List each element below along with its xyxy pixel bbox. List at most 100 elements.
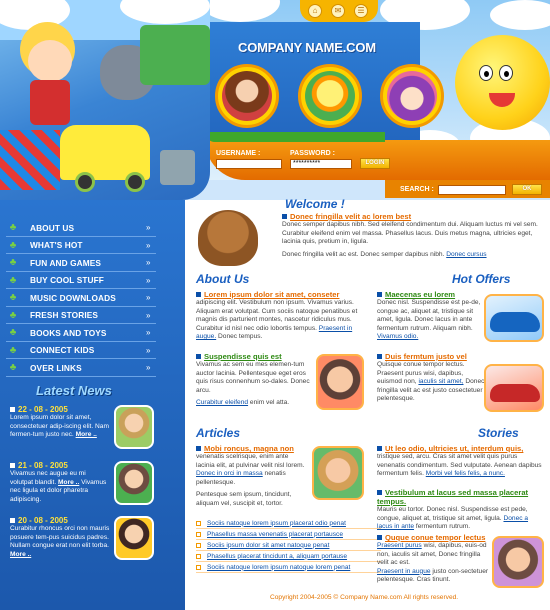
news-item: 21 - 08 - 2005 Vivamus nec augue eu mi v… <box>10 461 175 505</box>
bullet-icon <box>196 446 201 451</box>
list-item[interactable]: Sociis natoque lorem ipsum natoque lorem… <box>196 562 381 573</box>
about-block-2: Suspendisse quis est Vivamus ac sem eu m… <box>196 352 316 408</box>
menu-item[interactable]: ♣ WHAT'S HOT» <box>6 238 156 254</box>
bullet-icon <box>377 292 382 297</box>
menu-item[interactable]: ♣ FRESH STORIES» <box>6 308 156 324</box>
menu-item[interactable]: ♣ CONNECT KIDS» <box>6 343 156 359</box>
clover-icon: ♣ <box>9 344 17 356</box>
bullet-icon <box>196 354 201 359</box>
double-arrow-icon: » <box>146 345 151 355</box>
company-name: COMPANY NAME.COM <box>238 40 376 55</box>
bullet-icon <box>10 407 15 412</box>
clover-icon: ♣ <box>9 327 17 339</box>
articles-text: venenatis scelrisque, enim ante lacinia … <box>196 453 305 469</box>
clover-icon: ♣ <box>9 292 17 304</box>
search-label: SEARCH : <box>400 186 434 193</box>
bullet-icon <box>10 518 15 523</box>
bullet-icon <box>196 292 201 297</box>
articles-link[interactable]: Mobi roncus, magna non <box>204 444 294 453</box>
list-item[interactable]: Sociis natoque lorem ipsum placerat odio… <box>196 518 381 529</box>
stories-more-1[interactable]: Morbi vel felis felis, a nunc. <box>426 470 505 477</box>
double-arrow-icon: » <box>146 258 151 268</box>
clover-icon: ♣ <box>9 257 17 269</box>
stories-more-3b[interactable]: Praesent in augue <box>377 568 431 575</box>
list-item[interactable]: Phasellus placerat tincidunt a, aliquam … <box>196 551 381 562</box>
clover-icon: ♣ <box>9 309 17 321</box>
articles-text-3: Pentesque sem ipsum, tincidunt, aliquam … <box>196 491 292 507</box>
news-more-link[interactable]: More .. <box>10 551 31 558</box>
stories-block-1: Ut leo odio, ultricies ut, interdum quis… <box>377 444 545 479</box>
main-menu: ♣ ABOUT US» ♣ WHAT'S HOT» ♣ FUN AND GAMES» … <box>6 220 156 378</box>
stories-more-3[interactable]: Praesent purus <box>377 542 422 549</box>
news-text: Curabitur rhoncus orci non mauris posuer… <box>10 525 110 549</box>
square-bullet-icon <box>196 531 201 537</box>
welcome-link[interactable]: Donec fringilla velit ac lorem best <box>290 212 411 221</box>
home-icon[interactable]: ⌂ <box>308 4 322 18</box>
stories-photo <box>492 536 544 588</box>
password-label: PASSWORD : <box>290 150 335 157</box>
news-thumbnail <box>114 516 154 560</box>
clover-icon: ♣ <box>9 362 17 374</box>
welcome-block: Donec fringilla velit ac lorem best Done… <box>282 212 547 259</box>
list-item[interactable]: Sociis ipsum dolor sit amet natoque pena… <box>196 540 381 551</box>
stories-title: Stories <box>478 426 519 440</box>
password-input[interactable]: ********** <box>290 159 352 169</box>
stories-block-3: Quque conue tempor lectus Praesent purus… <box>377 533 489 584</box>
news-thumbnail <box>114 405 154 449</box>
toy-train <box>140 25 210 85</box>
menu-item[interactable]: ♣ FUN AND GAMES» <box>6 255 156 272</box>
menu-item[interactable]: ♣ MUSIC DOWNLOADS» <box>6 290 156 307</box>
sun-mascot <box>455 35 550 130</box>
hot-link-2[interactable]: Duis fermtum justo vel <box>385 352 467 361</box>
list-item[interactable]: Phasellus massa venenatis placerat porta… <box>196 529 381 540</box>
menu-item[interactable]: ♣ ABOUT US» <box>6 220 156 237</box>
username-input[interactable] <box>216 159 282 169</box>
square-bullet-icon <box>196 553 201 559</box>
main-content: Welcome ! Donec fringilla velit ac lorem… <box>190 197 550 610</box>
articles-more[interactable]: Donec in orci in massa <box>196 470 263 477</box>
hot-link-1[interactable]: Maecenas eu lorem <box>385 290 455 299</box>
about-link-1[interactable]: Lorem ipsum dolor sit amet, conseter <box>204 290 339 299</box>
toy-robot <box>160 150 195 185</box>
login-button[interactable]: LOGIN <box>360 158 390 169</box>
about-link-2[interactable]: Suspendisse quis est <box>204 352 282 361</box>
stories-link-1[interactable]: Ut leo odio, ultricies ut, interdum quis… <box>385 444 523 453</box>
articles-block: Mobi roncus, magna non venenatis scelris… <box>196 444 308 509</box>
mail-icon[interactable]: ✉ <box>331 4 345 18</box>
bullet-icon <box>377 354 382 359</box>
square-bullet-icon <box>196 564 201 570</box>
double-arrow-icon: » <box>146 328 151 338</box>
hot-car-photo-blue <box>484 294 544 342</box>
stories-link-3[interactable]: Quque conue tempor lectus <box>385 533 485 542</box>
clover-icon: ♣ <box>9 239 17 251</box>
about-more-2[interactable]: Curabitur eleifend <box>196 399 248 406</box>
menu-item[interactable]: ♣ OVER LINKS» <box>6 360 156 377</box>
news-more-link[interactable]: More .. <box>58 479 79 486</box>
teddy-bear-image <box>198 210 258 266</box>
clover-icon: ♣ <box>9 222 17 234</box>
character-circle-duck <box>298 64 362 128</box>
character-circle-girl <box>380 64 444 128</box>
hot-more-2[interactable]: iaculis sit amet, <box>418 378 463 385</box>
news-date: 21 - 08 - 2005 <box>18 461 68 470</box>
header: ⌂ ✉ ☰ COMPANY NAME.COM USERNAME : PASSWO… <box>0 0 550 200</box>
double-arrow-icon: » <box>146 275 151 285</box>
hot-more-1[interactable]: Vivamus odio. <box>377 333 418 340</box>
double-arrow-icon: » <box>146 240 151 250</box>
search-input[interactable] <box>438 185 506 195</box>
menu-item[interactable]: ♣ BOOKS AND TOYS» <box>6 325 156 342</box>
stories-link-2[interactable]: Vestibulum at lacus sed massa placerat t… <box>377 488 528 506</box>
news-date: 20 - 08 - 2005 <box>18 516 68 525</box>
square-bullet-icon <box>196 542 201 548</box>
news-item: 22 - 08 - 2005 Lorem ipsum dolor sit ame… <box>10 405 175 449</box>
bullet-icon <box>377 446 382 451</box>
search-ok-button[interactable]: OK <box>512 184 542 195</box>
welcome-more-link[interactable]: Donec cursus <box>446 251 486 258</box>
menu-item[interactable]: ♣ BUY COOL STUFF» <box>6 273 156 289</box>
news-more-link[interactable]: More .. <box>76 431 97 438</box>
username-label: USERNAME : <box>216 150 261 157</box>
hot-title: Hot Offers <box>452 272 511 286</box>
sitemap-icon[interactable]: ☰ <box>354 4 368 18</box>
about-block-1: Lorem ipsum dolor sit amet, conseter adi… <box>196 290 358 341</box>
hot-text-1: Donec nisl. Suspendisse est pe-de, congu… <box>377 299 481 332</box>
